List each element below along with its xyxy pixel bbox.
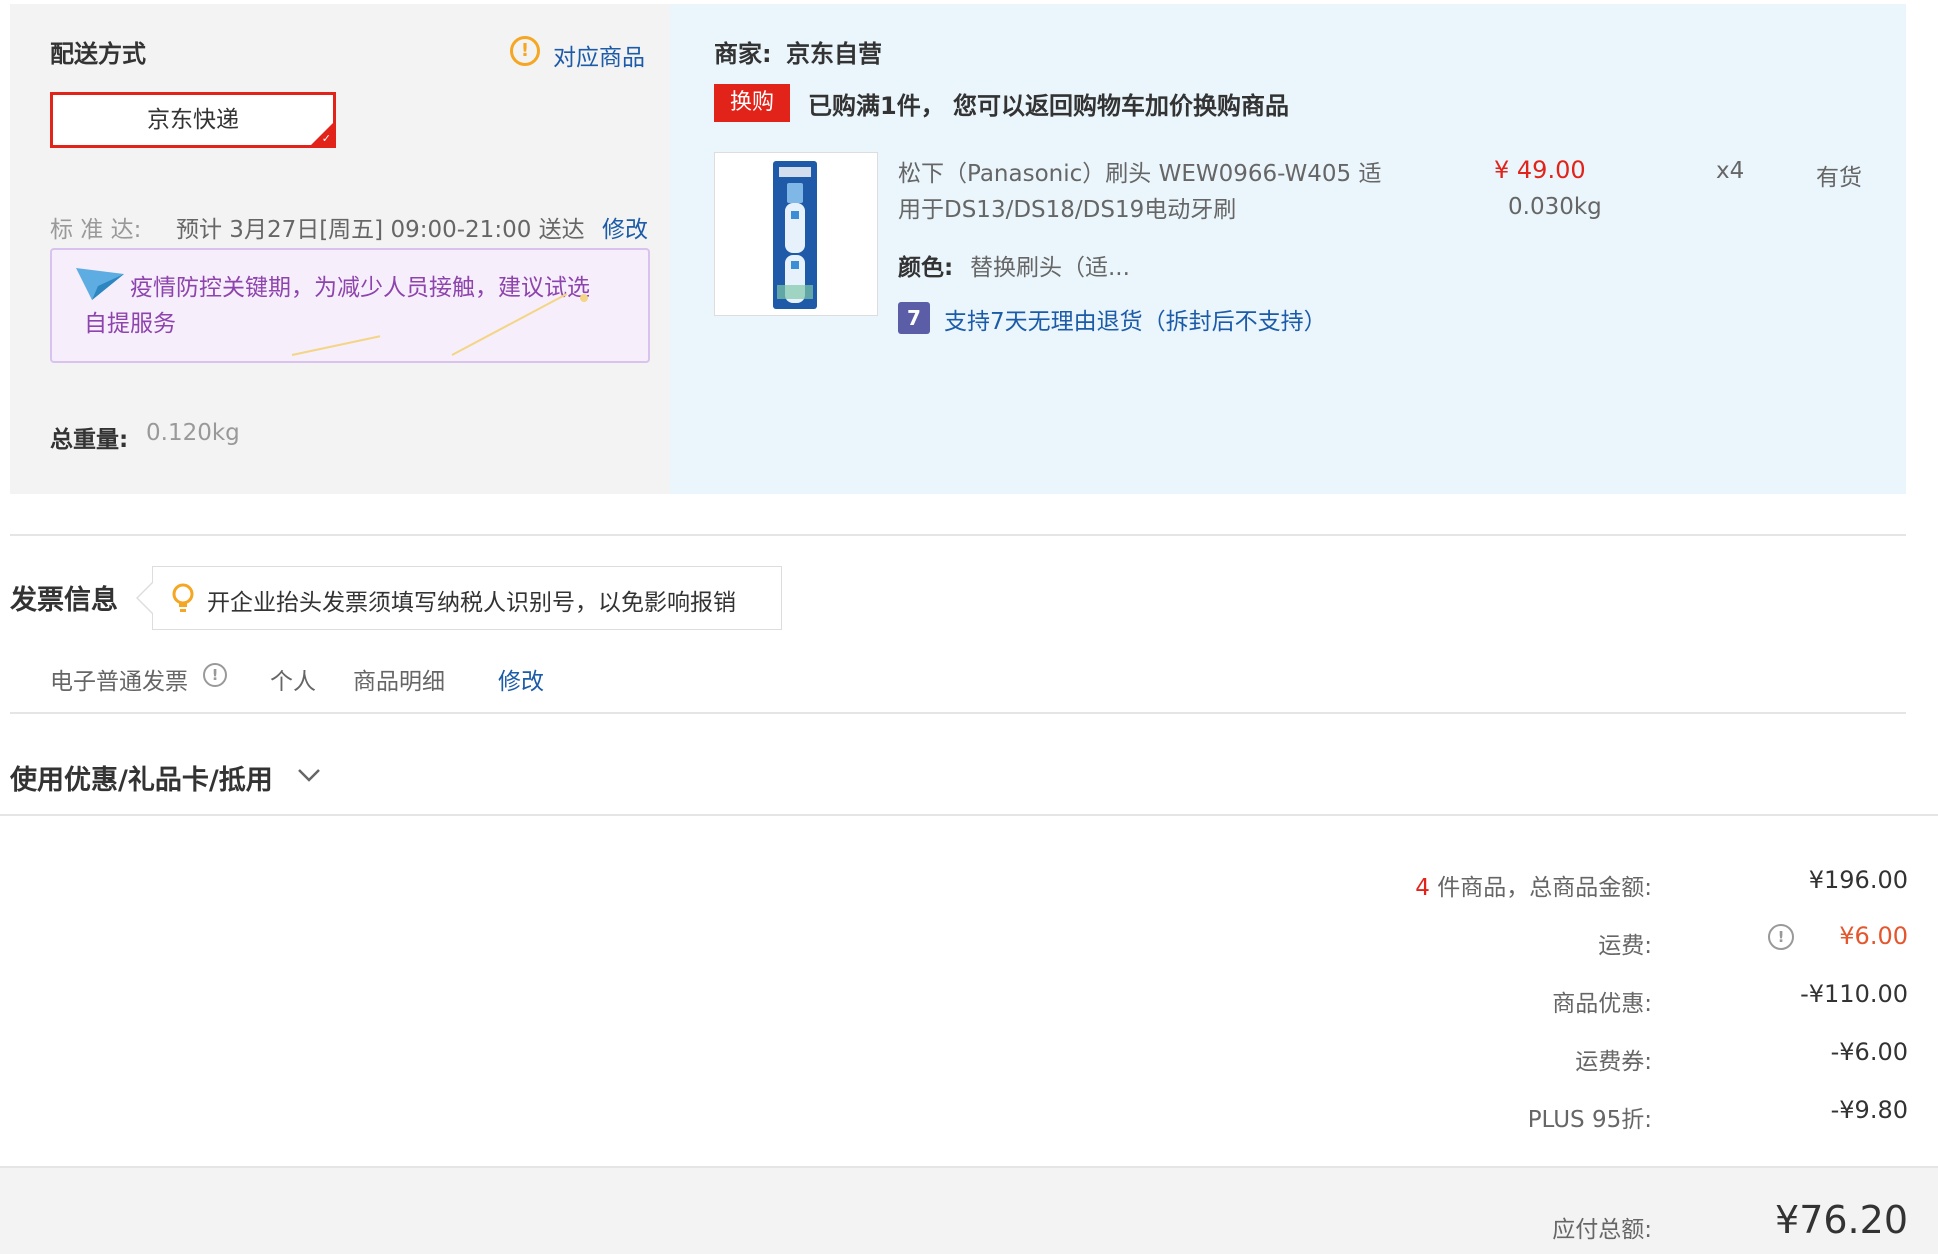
return-policy[interactable]: 支持7天无理由退货（拆封后不支持）: [944, 302, 1327, 336]
item-count: 4: [1415, 875, 1430, 901]
express-option-label: 京东快递: [147, 107, 239, 133]
payable-value: ¥76.20: [1775, 1198, 1908, 1242]
vendor-name: 京东自营: [786, 40, 882, 68]
warning-icon: !: [510, 36, 540, 66]
stock-status: 有货: [1816, 165, 1862, 191]
invoice-tip: 开企业抬头发票须填写纳税人识别号，以免影响报销: [152, 566, 782, 630]
product-image[interactable]: [714, 152, 878, 316]
shipping-fee-info-icon[interactable]: !: [1768, 924, 1794, 950]
notice-line-1: 疫情防控关键期，为减少人员接触，建议试选: [130, 275, 590, 301]
product-name-line-1: 松下（Panasonic）刷头 WEW0966-W405 适: [898, 161, 1382, 187]
color-value: 替换刷头（适...: [970, 255, 1130, 281]
tip-arrow-fill: [138, 583, 153, 613]
paper-plane-icon: [76, 268, 124, 300]
plus-discount-value: -¥9.80: [1830, 1096, 1908, 1124]
shipping-coupon-value: -¥6.00: [1830, 1038, 1908, 1066]
lightbulb-icon: [172, 583, 194, 612]
express-option-jd[interactable]: 京东快递 ✓: [50, 92, 336, 148]
items-total-value: ¥196.00: [1808, 866, 1908, 894]
epidemic-notice: 疫情防控关键期，为减少人员接触，建议试选 自提服务: [50, 248, 650, 363]
check-icon: ✓: [321, 132, 331, 145]
standard-label: 标 准 达:: [50, 217, 142, 243]
divider: [10, 534, 1906, 536]
product-discount-value: -¥110.00: [1800, 980, 1908, 1008]
shipping-fee-value: ¥6.00: [1839, 922, 1908, 950]
invoice-title: 发票信息: [10, 585, 118, 616]
decor-dot: [580, 294, 588, 302]
invoice-content: 商品明细: [353, 669, 445, 695]
payable-label: 应付总额:: [1552, 1217, 1652, 1243]
invoice-type: 电子普通发票: [50, 669, 188, 695]
items-total-label: 4 件商品，总商品金额:: [1415, 868, 1652, 902]
vendor-label: 商家:: [714, 40, 772, 68]
shipping-coupon-label: 运费券:: [1575, 1049, 1652, 1075]
chevron-down-icon[interactable]: [296, 766, 322, 784]
shipping-title: 配送方式: [50, 40, 146, 68]
product-quantity: x4: [1716, 158, 1745, 184]
divider: [0, 814, 1938, 816]
product-weight: 0.030kg: [1508, 194, 1602, 220]
match-products-link[interactable]: 对应商品: [553, 38, 645, 72]
product-name[interactable]: 松下（Panasonic）刷头 WEW0966-W405 适 用于DS13/DS…: [898, 156, 1381, 228]
edit-delivery-link[interactable]: 修改: [602, 210, 648, 244]
seven-day-return-icon: 7: [898, 302, 930, 334]
plus-discount-label: PLUS 95折:: [1527, 1107, 1652, 1133]
shipping-fee-label: 运费:: [1598, 933, 1652, 959]
edit-invoice-link[interactable]: 修改: [498, 662, 544, 696]
invoice-tip-text: 开企业抬头发票须填写纳税人识别号，以免影响报销: [207, 590, 736, 616]
delivery-eta: 预计 3月27日[周五] 09:00-21:00 送达: [176, 217, 585, 243]
return-badge-number: 7: [907, 306, 921, 330]
swap-purchase-tag: 换购: [714, 84, 790, 122]
color-label: 颜色:: [898, 255, 954, 281]
swap-purchase-promo: 已购满1件， 您可以返回购物车加价换购商品: [808, 92, 1290, 120]
product-discount-label: 商品优惠:: [1552, 991, 1652, 1017]
notice-line-2: 自提服务: [84, 311, 176, 337]
product-name-line-2: 用于DS13/DS18/DS19电动牙刷: [898, 197, 1237, 223]
info-icon[interactable]: !: [203, 663, 227, 687]
weight-label: 总重量:: [50, 427, 129, 453]
discount-section-toggle[interactable]: 使用优惠/礼品卡/抵用: [10, 758, 273, 797]
invoice-title-type: 个人: [270, 669, 316, 695]
decor-line: [291, 335, 381, 356]
toothbrush-head-image: [773, 161, 817, 309]
product-price: ¥ 49.00: [1494, 156, 1586, 184]
weight-value: 0.120kg: [146, 420, 240, 446]
items-total-text: 件商品，总商品金额:: [1437, 875, 1652, 901]
divider: [10, 712, 1906, 714]
